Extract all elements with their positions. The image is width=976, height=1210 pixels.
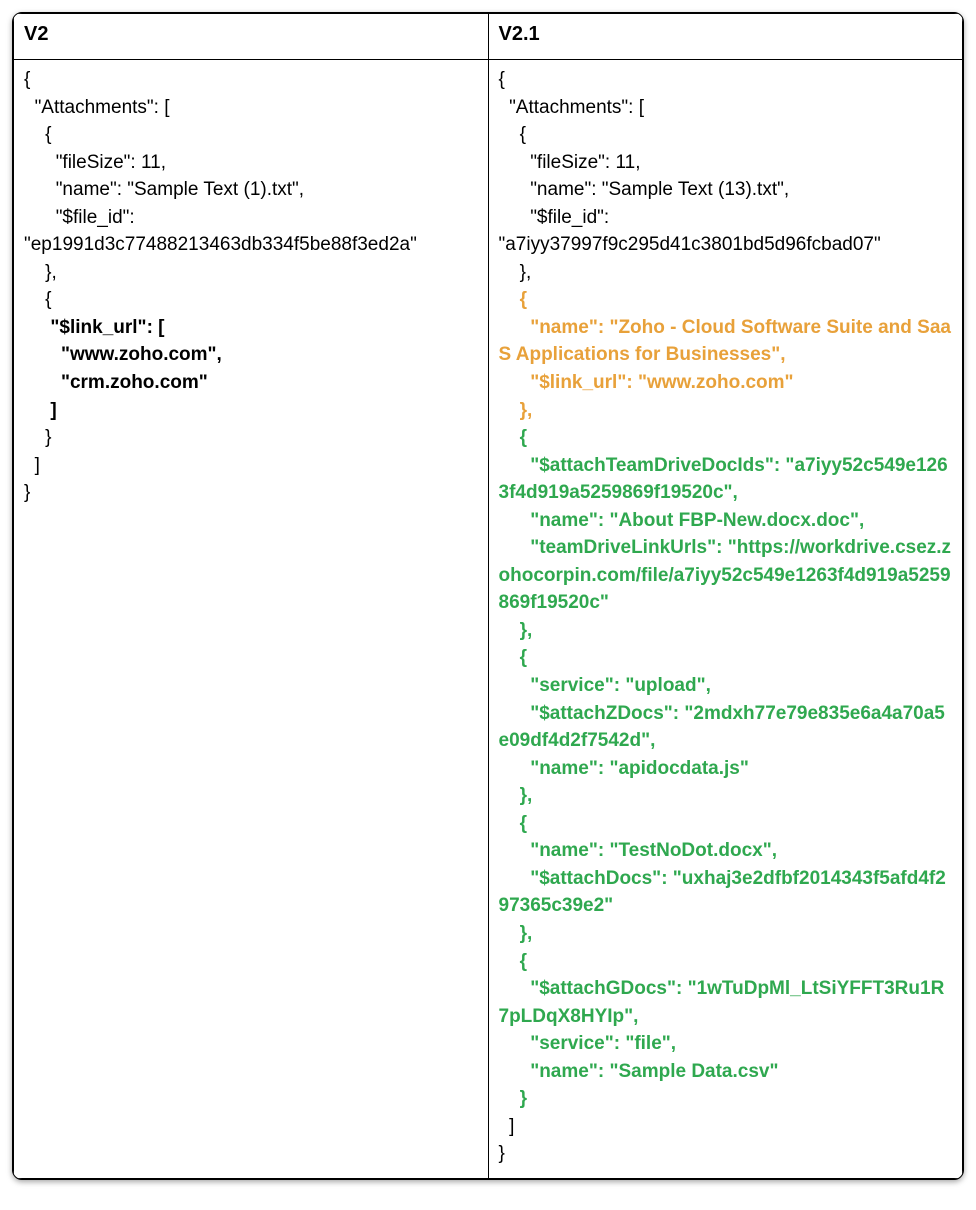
code-line: { <box>24 289 51 310</box>
code-line: } <box>499 1143 505 1164</box>
code-line: { <box>499 289 528 310</box>
v2-json-code: { "Attachments": [ { "fileSize": 11, "na… <box>24 66 478 507</box>
code-line: "name": "apidocdata.js" <box>499 758 749 779</box>
code-line: "$attachTeamDriveDocIds": "a7iyy52c549e1… <box>499 455 948 504</box>
code-line: "crm.zoho.com" <box>24 372 208 393</box>
code-line: "$attachDocs": "uxhaj3e2dfbf2014343f5afd… <box>499 868 946 917</box>
code-line: "$link_url": [ <box>24 317 165 338</box>
comparison-table-frame: V2 V2.1 { "Attachments": [ { "fileSize":… <box>12 12 964 1180</box>
code-line: ] <box>24 455 40 476</box>
column-header-v2: V2 <box>14 14 489 60</box>
code-line: }, <box>499 923 533 944</box>
code-line: }, <box>499 620 533 641</box>
code-line: "teamDriveLinkUrls": "https://workdrive.… <box>499 537 952 613</box>
code-line: }, <box>24 262 57 283</box>
code-line: { <box>499 647 528 668</box>
code-line: "name": "TestNoDot.docx", <box>499 840 778 861</box>
code-line: "Attachments": [ <box>24 97 170 118</box>
code-line: { <box>499 124 526 145</box>
code-line: } <box>24 427 51 448</box>
comparison-table: V2 V2.1 { "Attachments": [ { "fileSize":… <box>13 13 963 1179</box>
code-line: } <box>24 482 30 503</box>
code-line: { <box>499 69 505 90</box>
v2-json-cell: { "Attachments": [ { "fileSize": 11, "na… <box>14 60 489 1179</box>
code-line: ] <box>24 400 57 421</box>
code-line: "ep1991d3c77488213463db334f5be88f3ed2a" <box>24 234 417 255</box>
code-line: "$attachZDocs": "2mdxh77e79e835e6a4a70a5… <box>499 703 945 752</box>
code-line: "www.zoho.com", <box>24 344 222 365</box>
code-line: "name": "Sample Text (13).txt", <box>499 179 790 200</box>
v2-1-json-cell: { "Attachments": [ { "fileSize": 11, "na… <box>488 60 963 1179</box>
code-line: }, <box>499 785 533 806</box>
code-line: "$link_url": "www.zoho.com" <box>499 372 794 393</box>
code-line: "$file_id": <box>24 207 135 228</box>
code-line: "service": "upload", <box>499 675 711 696</box>
column-header-v2-1: V2.1 <box>488 14 963 60</box>
code-line: "name": "Sample Data.csv" <box>499 1061 779 1082</box>
code-line: "service": "file", <box>499 1033 677 1054</box>
code-line: ] <box>499 1116 515 1137</box>
code-line: "$attachGDocs": "1wTuDpMl_LtSiYFFT3Ru1R7… <box>499 978 945 1027</box>
code-line: "name": "Sample Text (1).txt", <box>24 179 304 200</box>
code-line: "Attachments": [ <box>499 97 645 118</box>
code-line: } <box>499 1088 528 1109</box>
code-line: "a7iyy37997f9c295d41c3801bd5d96fcbad07" <box>499 234 881 255</box>
code-line: "name": "About FBP-New.docx.doc", <box>499 510 865 531</box>
code-line: { <box>499 813 528 834</box>
code-line: "name": "Zoho - Cloud Software Suite and… <box>499 317 951 366</box>
code-line: }, <box>499 262 532 283</box>
code-line: { <box>24 124 51 145</box>
code-line: "fileSize": 11, <box>24 152 166 173</box>
code-line: { <box>499 951 528 972</box>
code-line: "fileSize": 11, <box>499 152 641 173</box>
v2-1-json-code: { "Attachments": [ { "fileSize": 11, "na… <box>499 66 953 1168</box>
code-line: }, <box>499 400 533 421</box>
code-line: "$file_id": <box>499 207 610 228</box>
code-line: { <box>24 69 30 90</box>
code-line: { <box>499 427 528 448</box>
